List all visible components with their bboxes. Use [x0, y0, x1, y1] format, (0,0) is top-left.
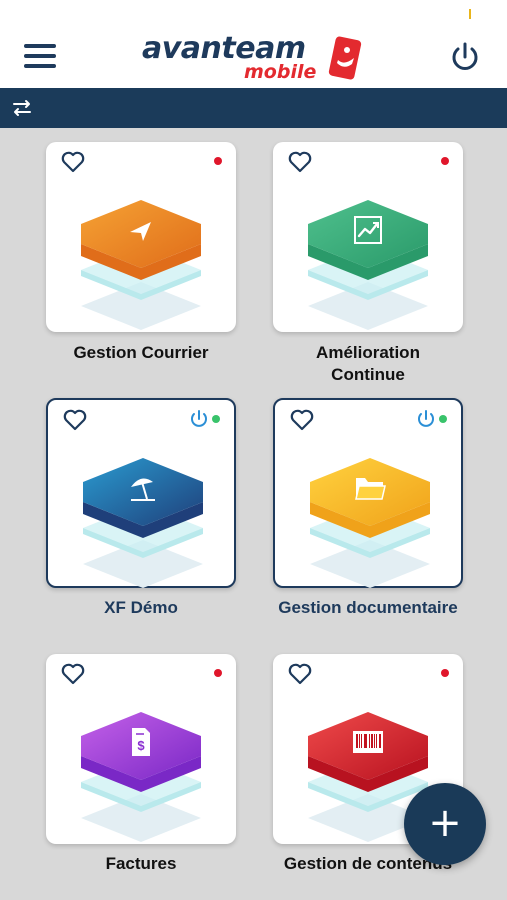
avanteam-logo: avanteam mobile [140, 32, 365, 84]
app-label-line: Gestion documentaire [278, 598, 458, 617]
offline-status-dot [441, 669, 449, 677]
plus-icon: + [428, 800, 462, 846]
chart-icon [308, 200, 428, 330]
folder-icon [310, 458, 430, 588]
svg-text:$: $ [137, 738, 145, 753]
app-header: avanteam mobile [0, 0, 507, 88]
beach-umbrella-icon [83, 458, 203, 588]
app-label-line: Continue [331, 365, 405, 384]
hamburger-menu-icon[interactable] [22, 42, 60, 72]
app-tile[interactable] [46, 398, 236, 588]
heart-icon[interactable] [287, 150, 313, 174]
logo-sub-text: mobile [244, 61, 317, 83]
app-label[interactable]: Factures [31, 853, 251, 875]
app-tile[interactable] [273, 398, 463, 588]
offline-status-dot [214, 669, 222, 677]
power-status-icon [418, 410, 434, 427]
app-tile[interactable] [273, 142, 463, 332]
app-tile[interactable] [46, 142, 236, 332]
app-label[interactable]: Gestion Courrier [31, 342, 251, 364]
heart-icon[interactable] [287, 662, 313, 686]
paper-plane-icon [81, 200, 201, 330]
online-status-dot [439, 415, 447, 423]
app-label[interactable]: Gestion documentaire [258, 597, 478, 619]
swap-arrows-icon[interactable] [10, 96, 34, 120]
logo-phone-icon [328, 36, 362, 80]
heart-icon[interactable] [60, 150, 86, 174]
power-status-icon [191, 410, 207, 427]
offline-status-dot [214, 157, 222, 165]
heart-icon[interactable] [60, 662, 86, 686]
add-app-button[interactable]: + [404, 783, 486, 865]
power-icon[interactable] [448, 40, 482, 74]
app-label-line: Factures [105, 854, 177, 873]
heart-icon[interactable] [62, 408, 88, 432]
offline-status-dot [441, 157, 449, 165]
app-label-line: Amélioration [316, 343, 420, 362]
app-label[interactable]: Amélioration Continue [258, 342, 478, 386]
invoice-icon: $ [81, 712, 201, 842]
toolbar [0, 88, 507, 128]
app-label-line: XF Démo [104, 598, 178, 617]
app-label[interactable]: XF Démo [31, 597, 251, 619]
app-tile[interactable]: $ [46, 654, 236, 844]
status-indicator [469, 9, 471, 19]
online-status-dot [212, 415, 220, 423]
app-label-line: Gestion Courrier [73, 343, 209, 362]
heart-icon[interactable] [289, 408, 315, 432]
